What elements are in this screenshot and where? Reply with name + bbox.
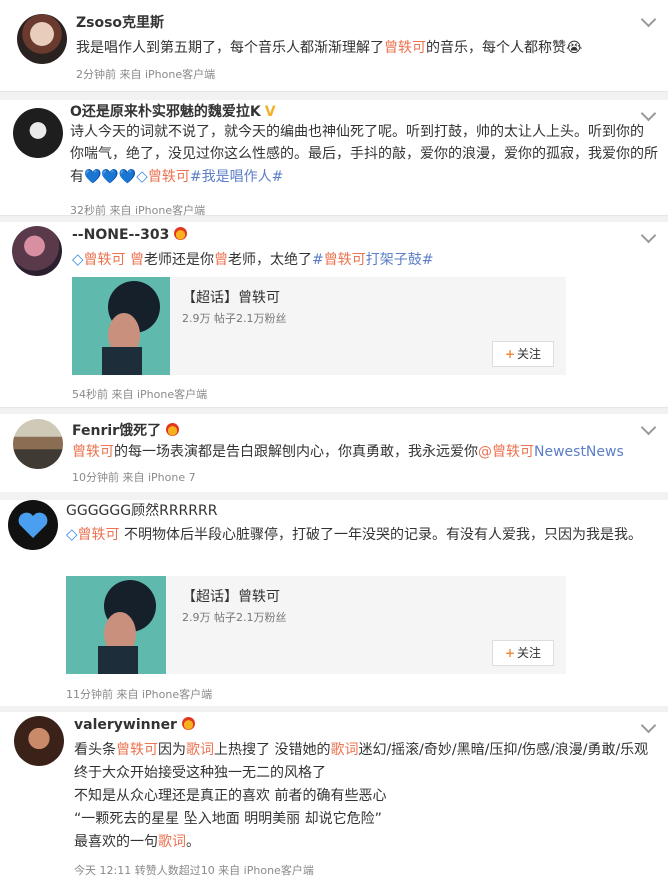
diamond-icon: ◇ bbox=[136, 167, 148, 185]
comment-text: 诗人今天的词就不说了，就今天的编曲也神仙死了呢。听到打鼓，帅的太让人上头。听到你… bbox=[70, 124, 658, 185]
avatar[interactable] bbox=[12, 226, 62, 276]
card-thumbnail bbox=[72, 277, 170, 375]
avatar[interactable] bbox=[13, 108, 63, 158]
hashtag-link[interactable]: #曾轶可打架子鼓# bbox=[312, 252, 433, 268]
crown-badge-icon bbox=[174, 227, 188, 240]
chevron-down-icon[interactable] bbox=[640, 105, 657, 122]
crown-badge-icon bbox=[181, 717, 195, 730]
comment-meta: 54秒前 来自 iPhone客户端 bbox=[72, 388, 208, 401]
crown-badge-icon bbox=[166, 423, 180, 436]
mention-link[interactable]: 曾轶可 bbox=[148, 169, 190, 185]
comment-text: ◇曾轶可 不明物体后半段心脏骤停，打破了一年没哭的记录。有没有人爱我，只因为我是… bbox=[66, 525, 642, 543]
username[interactable]: Fenrir饿死了 bbox=[72, 420, 180, 440]
mention-link[interactable]: 曾轶可 bbox=[384, 40, 426, 56]
comment-item: valerywinner 看头条曾轶可因为歌词上热搜了 没错她的歌词迷幻/摇滚/… bbox=[0, 712, 668, 894]
comment-text: 我是唱作人到第五期了，每个音乐人都渐渐理解了曾轶可的音乐，每个人都称赞😭 bbox=[76, 40, 583, 56]
comment-meta: 10分钟前 来自 iPhone 7 bbox=[72, 471, 196, 484]
mention-link[interactable]: 曾轶可 bbox=[78, 527, 120, 543]
mention-link[interactable]: 曾轶可 bbox=[72, 444, 114, 460]
comment-text: 曾轶可的每一场表演都是告白跟解刨内心，你真勇敢，我永远爱你@曾轶可NewestN… bbox=[72, 444, 624, 460]
chevron-down-icon[interactable] bbox=[640, 11, 657, 28]
comment-meta: 11分钟前 来自 iPhone客户端 bbox=[66, 688, 213, 701]
username[interactable]: valerywinner bbox=[74, 717, 195, 733]
username[interactable]: GGGGGG顾然RRRRRR bbox=[66, 500, 217, 520]
supertopic-card[interactable]: 【超话】曾轶可 2.9万 帖子2.1万粉丝 + 关注 bbox=[72, 277, 566, 375]
crying-emoji-icon: 😭 bbox=[566, 40, 583, 56]
username[interactable]: Zsoso克里斯 bbox=[76, 12, 164, 32]
mention-link[interactable]: @曾轶可 bbox=[478, 444, 534, 460]
verified-icon: V bbox=[264, 104, 276, 120]
diamond-icon: ◇ bbox=[72, 250, 84, 268]
card-thumbnail bbox=[66, 576, 166, 674]
comment-text: ◇曾轶可 曾老师还是你曾老师，太绝了#曾轶可打架子鼓# bbox=[72, 250, 434, 268]
comment-meta: 今天 12:11 转赞人数超过10 来自 iPhone客户端 bbox=[74, 864, 314, 877]
avatar[interactable] bbox=[17, 14, 67, 64]
card-stats: 2.9万 帖子2.1万粉丝 bbox=[182, 611, 287, 624]
mention-link[interactable]: 曾轶可 bbox=[84, 252, 126, 268]
comment-item: --NONE--303 ◇曾轶可 曾老师还是你曾老师，太绝了#曾轶可打架子鼓# … bbox=[0, 222, 668, 408]
follow-button[interactable]: + 关注 bbox=[492, 341, 554, 367]
comment-meta: 2分钟前 来自 iPhone客户端 bbox=[76, 68, 216, 81]
card-stats: 2.9万 帖子2.1万粉丝 bbox=[182, 312, 287, 325]
chevron-down-icon[interactable] bbox=[640, 717, 657, 734]
avatar[interactable] bbox=[14, 716, 64, 766]
diamond-icon: ◇ bbox=[66, 525, 78, 543]
chevron-down-icon[interactable] bbox=[640, 419, 657, 436]
comment-item: Fenrir饿死了 曾轶可的每一场表演都是告白跟解刨内心，你真勇敢，我永远爱你@… bbox=[0, 414, 668, 496]
chevron-down-icon[interactable] bbox=[640, 227, 657, 244]
plus-icon: + bbox=[504, 646, 516, 660]
avatar[interactable] bbox=[13, 419, 63, 469]
username[interactable]: O还是原来朴实邪魅的魏爱拉K V bbox=[70, 101, 276, 121]
hashtag-link[interactable]: #我是唱作人# bbox=[190, 169, 283, 185]
card-title: 【超话】曾轶可 bbox=[182, 290, 280, 306]
separator bbox=[0, 492, 668, 500]
comment-text: 看头条曾轶可因为歌词上热搜了 没错她的歌词迷幻/摇滚/奇妙/黑暗/压抑/伤感/浪… bbox=[74, 742, 649, 850]
comment-item: O还是原来朴实邪魅的魏爱拉K V 诗人今天的词就不说了，就今天的编曲也神仙死了呢。… bbox=[0, 100, 668, 217]
mention-link[interactable]: 曾轶可 bbox=[116, 742, 158, 758]
username[interactable]: --NONE--303 bbox=[72, 227, 188, 243]
avatar[interactable] bbox=[8, 500, 58, 550]
plus-icon: + bbox=[504, 347, 516, 361]
comment-item: GGGGGG顾然RRRRRR ◇曾轶可 不明物体后半段心脏骤停，打破了一年没哭的… bbox=[0, 500, 668, 708]
separator bbox=[0, 92, 668, 100]
supertopic-card[interactable]: 【超话】曾轶可 2.9万 帖子2.1万粉丝 + 关注 bbox=[66, 576, 566, 674]
card-title: 【超话】曾轶可 bbox=[182, 589, 280, 605]
heart-icon bbox=[18, 512, 48, 538]
comment-item: Zsoso克里斯 我是唱作人到第五期了，每个音乐人都渐渐理解了曾轶可的音乐，每个… bbox=[0, 0, 668, 92]
follow-button[interactable]: + 关注 bbox=[492, 640, 554, 666]
